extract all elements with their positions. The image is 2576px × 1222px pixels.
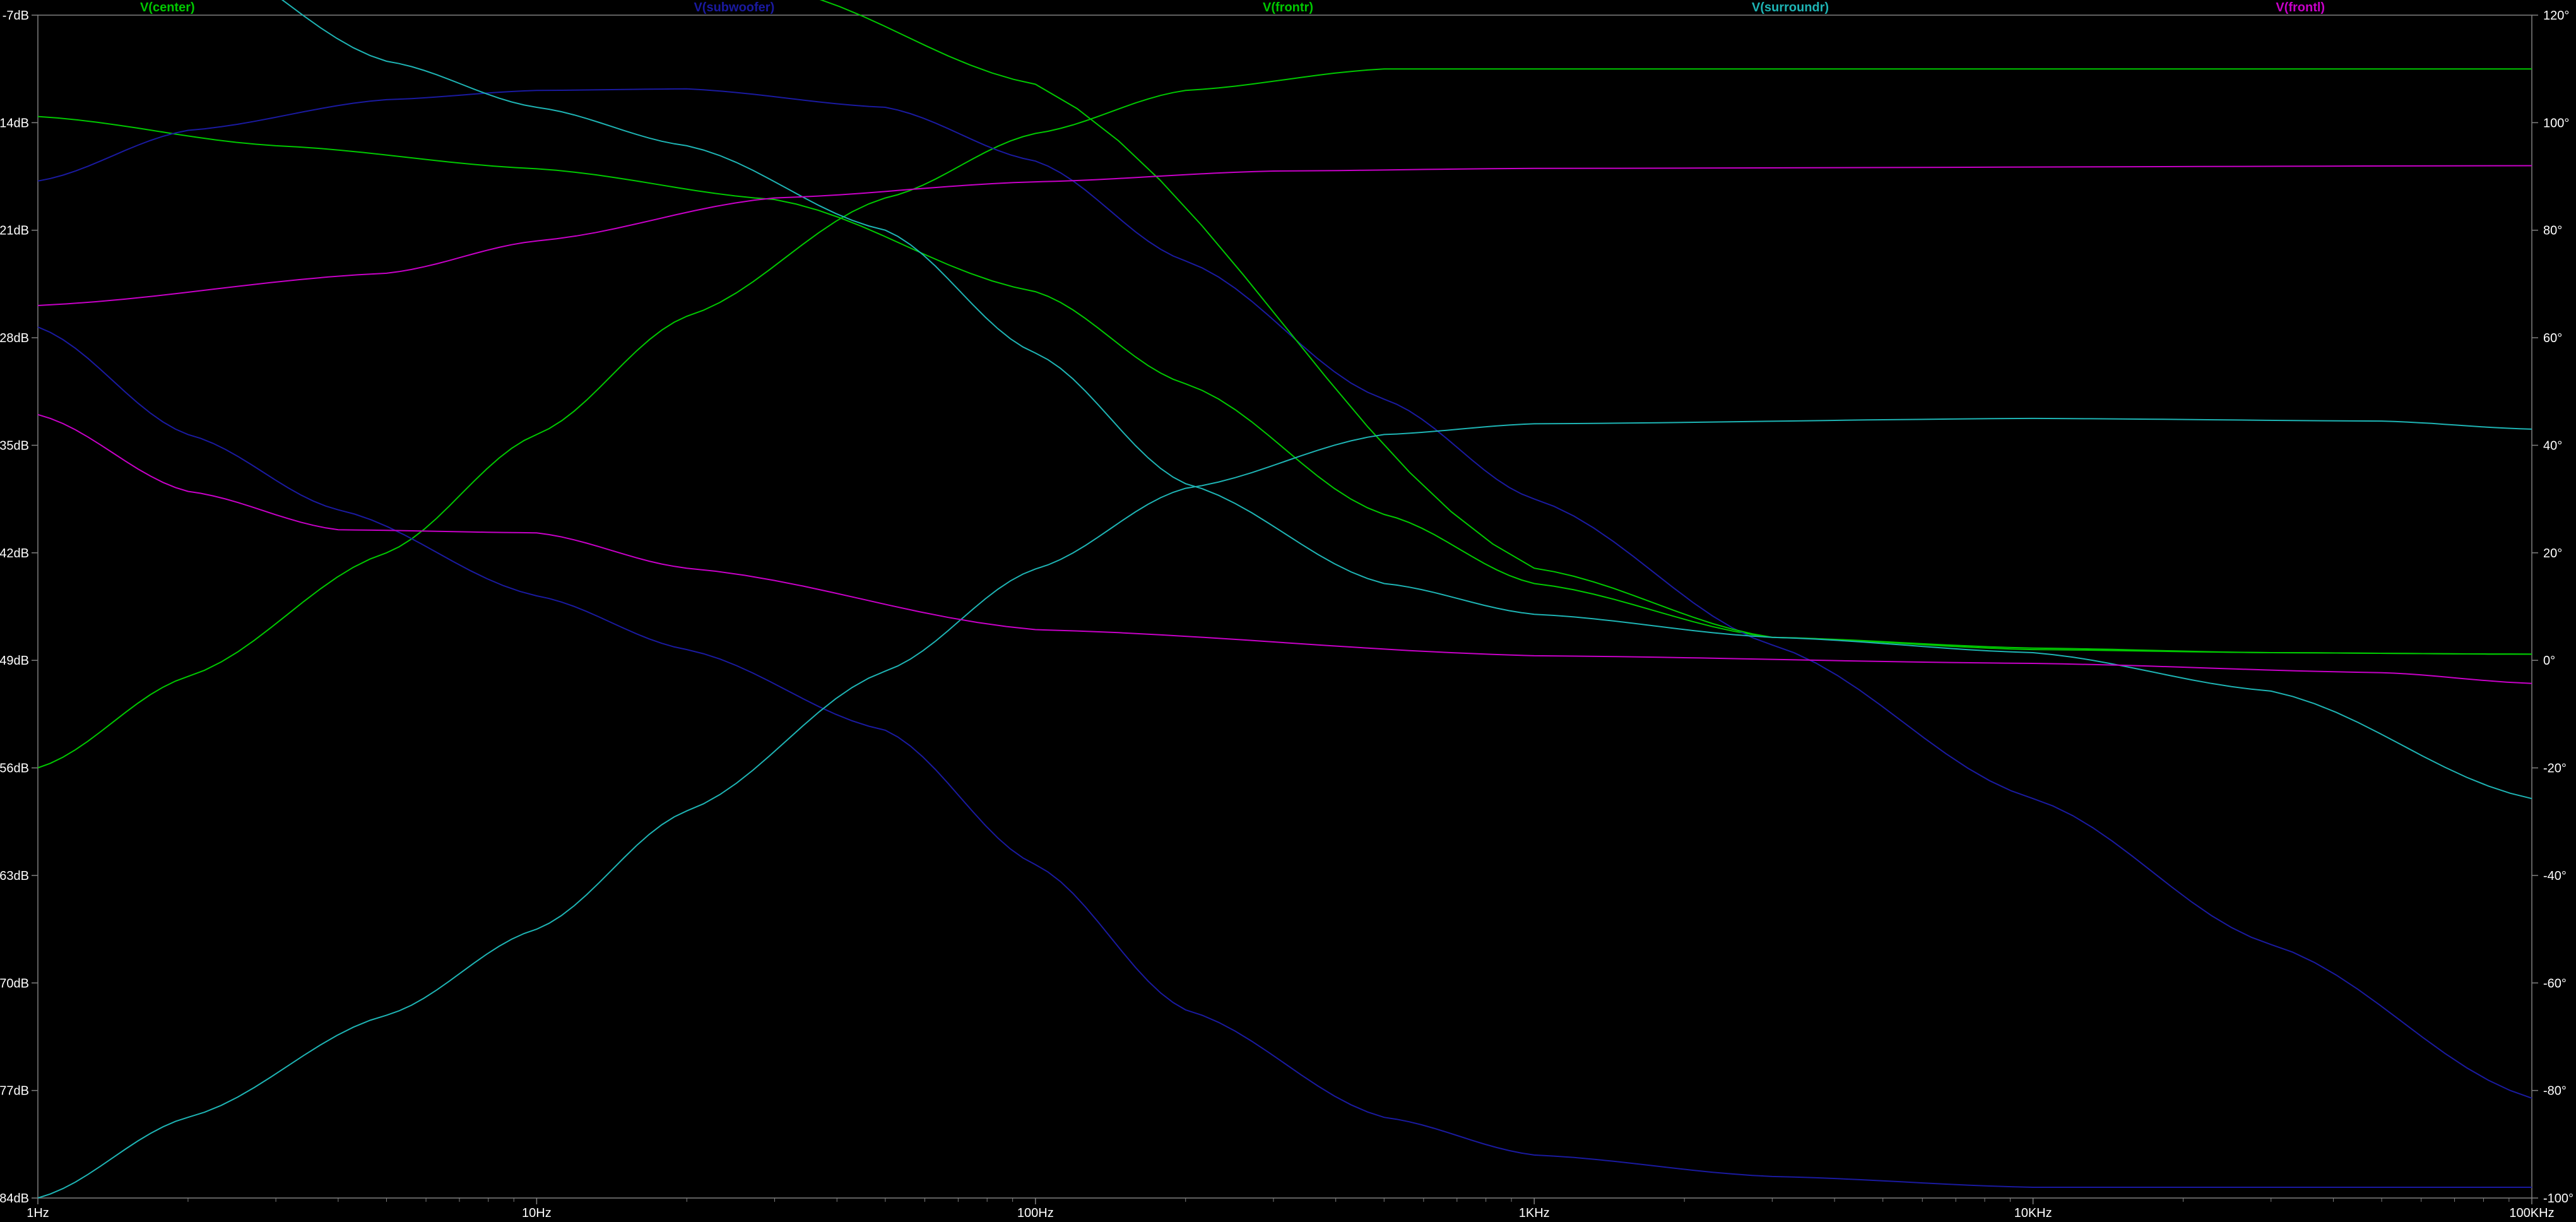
y-left-tick-label: 84dB: [0, 1192, 29, 1206]
y-right-tick-label: 0°: [2543, 654, 2555, 668]
x-tick-label: 10Hz: [522, 1206, 552, 1220]
y-right-tick-label: -100°: [2543, 1192, 2573, 1206]
y-left-tick-label: 42dB: [0, 547, 29, 561]
y-left-tick-label: 14dB: [0, 116, 29, 130]
y-right-tick-label: 100°: [2543, 116, 2569, 130]
x-tick-label: 100Hz: [1017, 1206, 1054, 1220]
y-right-tick-label: 60°: [2543, 331, 2562, 345]
x-tick-label: 1Hz: [27, 1206, 49, 1220]
y-right-tick-label: 20°: [2543, 547, 2562, 561]
y-left-tick-label: 70dB: [0, 976, 29, 990]
y-right-tick-label: -20°: [2543, 762, 2567, 776]
legend-entry: V(frontl): [2276, 1, 2325, 15]
y-left-tick-label: -7dB: [3, 9, 29, 23]
y-left-tick-label: 77dB: [0, 1084, 29, 1098]
y-left-tick-label: 28dB: [0, 331, 29, 345]
legend-entry: V(center): [140, 1, 195, 15]
plot-background: [0, 0, 2576, 1222]
y-left-tick-label: 21dB: [0, 224, 29, 238]
x-tick-label: 100KHz: [2509, 1206, 2554, 1220]
legend-entry: V(subwoofer): [694, 1, 774, 15]
y-right-tick-label: -80°: [2543, 1084, 2567, 1098]
legend-entry: V(surroundr): [1752, 1, 1829, 15]
legend-entry: V(frontr): [1263, 1, 1313, 15]
y-left-tick-label: 35dB: [0, 439, 29, 453]
x-tick-label: 10KHz: [2014, 1206, 2052, 1220]
y-right-tick-label: -40°: [2543, 869, 2567, 883]
y-right-tick-label: -60°: [2543, 976, 2567, 990]
y-right-tick-label: 40°: [2543, 439, 2562, 453]
x-tick-label: 1KHz: [1519, 1206, 1550, 1220]
y-left-tick-label: 63dB: [0, 869, 29, 883]
y-left-tick-label: 56dB: [0, 762, 29, 776]
y-right-tick-label: 80°: [2543, 224, 2562, 238]
y-left-tick-label: 49dB: [0, 654, 29, 668]
y-right-tick-label: 120°: [2543, 9, 2569, 23]
bode-plot: -7dB 14dB 21dB 28dB 35dB 42dB 49dB 56dB 63dB 70dB…: [0, 0, 2576, 1222]
